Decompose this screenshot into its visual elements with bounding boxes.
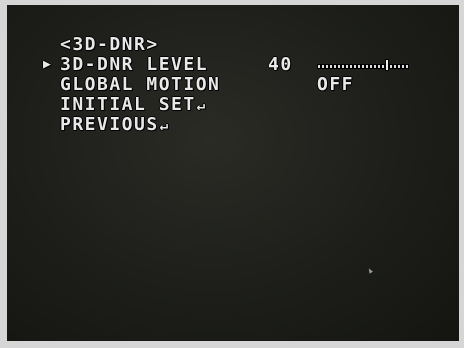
enter-icon: ↵ [196, 98, 207, 114]
3d-dnr-level-slider[interactable] [318, 58, 410, 70]
menu-title: <3D-DNR> [60, 34, 159, 55]
slider-tick [390, 65, 392, 68]
global-motion-value[interactable]: OFF [317, 75, 354, 94]
menu-item-initial-set[interactable]: INITIAL SET↵ [60, 95, 207, 116]
mouse-pointer-icon [367, 267, 373, 274]
menu-item-global-motion[interactable]: GLOBAL MOTION [60, 75, 220, 94]
slider-tick [366, 65, 368, 68]
slider-tick [398, 65, 400, 68]
slider-tick [326, 65, 328, 68]
slider-tick [342, 65, 344, 68]
slider-tick [358, 65, 360, 68]
slider-tick [374, 65, 376, 68]
menu-item-3d-dnr-level[interactable]: 3D-DNR LEVEL [60, 55, 208, 74]
slider-tick [354, 65, 356, 68]
slider-tick [350, 65, 352, 68]
monitor-bezel: <3D-DNR> ▶ 3D-DNR LEVEL 40 GLOBAL MOTION… [0, 0, 464, 348]
slider-tick [330, 65, 332, 68]
osd-screen: <3D-DNR> ▶ 3D-DNR LEVEL 40 GLOBAL MOTION… [7, 5, 459, 341]
slider-tick [402, 65, 404, 68]
previous-label: PREVIOUS [60, 114, 159, 135]
slider-tick [406, 65, 408, 68]
slider-tick [346, 65, 348, 68]
slider-tick [378, 65, 380, 68]
enter-icon: ↵ [159, 118, 170, 134]
slider-tick [322, 65, 324, 68]
slider-tick [394, 65, 396, 68]
menu-item-previous[interactable]: PREVIOUS↵ [60, 115, 170, 136]
slider-tick [334, 65, 336, 68]
slider-knob[interactable] [386, 60, 388, 70]
slider-tick [318, 65, 320, 68]
initial-set-label: INITIAL SET [60, 94, 196, 115]
selection-cursor-icon: ▶ [43, 57, 53, 72]
slider-tick [382, 65, 384, 68]
3d-dnr-level-value: 40 [268, 54, 293, 75]
slider-tick [338, 65, 340, 68]
slider-tick [362, 65, 364, 68]
slider-tick [370, 65, 372, 68]
